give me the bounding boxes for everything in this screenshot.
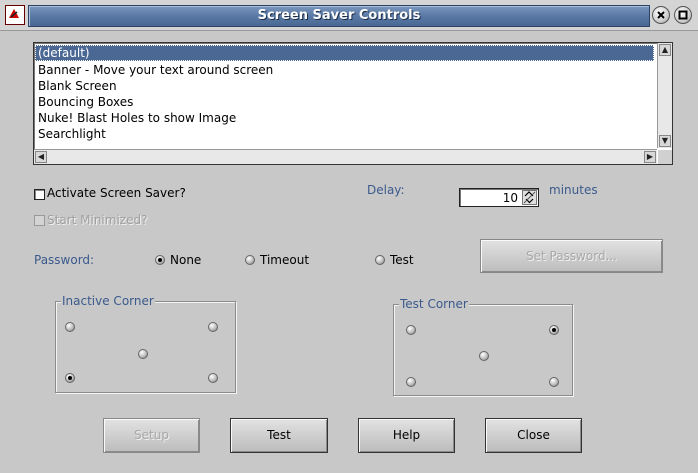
list-item[interactable]: Nuke! Blast Holes to show Image: [38, 110, 236, 126]
close-button[interactable]: Close: [485, 418, 582, 453]
inactive-corner-bottom-right[interactable]: [208, 373, 218, 383]
inactive-corner-title: Inactive Corner: [61, 294, 155, 308]
password-radio-timeout[interactable]: [245, 255, 255, 265]
window-title: Screen Saver Controls: [257, 8, 421, 23]
test-corner-group: Test Corner: [393, 297, 573, 396]
list-item[interactable]: Searchlight: [38, 126, 106, 142]
scroll-up-icon[interactable]: ▲: [659, 44, 671, 56]
inactive-corner-group: Inactive Corner: [55, 294, 236, 393]
inactive-corner-top-right[interactable]: [208, 322, 218, 332]
close-icon[interactable]: [674, 6, 692, 24]
password-option-none[interactable]: None: [170, 253, 201, 267]
scroll-down-icon[interactable]: ▼: [659, 135, 671, 147]
spinner-icon[interactable]: [522, 190, 537, 205]
activate-checkbox[interactable]: [34, 189, 45, 200]
setup-button[interactable]: Setup: [103, 418, 200, 453]
delay-stepper[interactable]: 10: [459, 188, 539, 207]
inactive-corner-top-left[interactable]: [65, 322, 75, 332]
help-button[interactable]: Help: [358, 418, 455, 453]
test-corner-bottom-left[interactable]: [406, 377, 416, 387]
delay-unit: minutes: [549, 183, 598, 197]
vertical-scrollbar[interactable]: ▲ ▼: [657, 43, 672, 148]
delay-value: 10: [502, 191, 518, 205]
activate-label[interactable]: Activate Screen Saver?: [47, 186, 186, 200]
delay-label: Delay:: [367, 183, 405, 197]
title-strip[interactable]: Screen Saver Controls: [28, 5, 650, 27]
test-corner-bottom-right[interactable]: [549, 377, 559, 387]
start-minimized-checkbox[interactable]: [34, 215, 45, 226]
scroll-corner: [658, 150, 672, 164]
scroll-right-icon[interactable]: ▶: [644, 151, 656, 163]
test-corner-center[interactable]: [479, 351, 489, 361]
scroll-left-icon[interactable]: ◀: [35, 151, 47, 163]
password-radio-none[interactable]: [155, 255, 165, 265]
set-password-button[interactable]: Set Password...: [480, 239, 663, 273]
inactive-corner-bottom-left[interactable]: [65, 373, 75, 383]
list-item[interactable]: Blank Screen: [38, 78, 117, 94]
inactive-corner-center[interactable]: [138, 349, 148, 359]
password-option-timeout[interactable]: Timeout: [260, 253, 309, 267]
test-corner-title: Test Corner: [399, 297, 469, 311]
test-corner-top-right[interactable]: [549, 325, 559, 335]
title-bar[interactable]: Screen Saver Controls: [0, 0, 698, 31]
test-button[interactable]: Test: [230, 418, 328, 453]
list-item[interactable]: Bouncing Boxes: [38, 94, 133, 110]
app-icon[interactable]: [5, 5, 25, 25]
list-item[interactable]: (default): [35, 45, 654, 61]
list-item[interactable]: Banner - Move your text around screen: [38, 62, 273, 78]
start-minimized-label: Start Minimized?: [47, 213, 148, 227]
password-radio-test[interactable]: [375, 255, 385, 265]
screensaver-list[interactable]: (default) Banner - Move your text around…: [33, 42, 673, 165]
password-option-test[interactable]: Test: [390, 253, 414, 267]
password-label: Password:: [34, 253, 95, 267]
test-corner-top-left[interactable]: [406, 325, 416, 335]
minimize-icon[interactable]: [652, 6, 670, 24]
horizontal-scrollbar[interactable]: ◀ ▶: [34, 149, 657, 164]
